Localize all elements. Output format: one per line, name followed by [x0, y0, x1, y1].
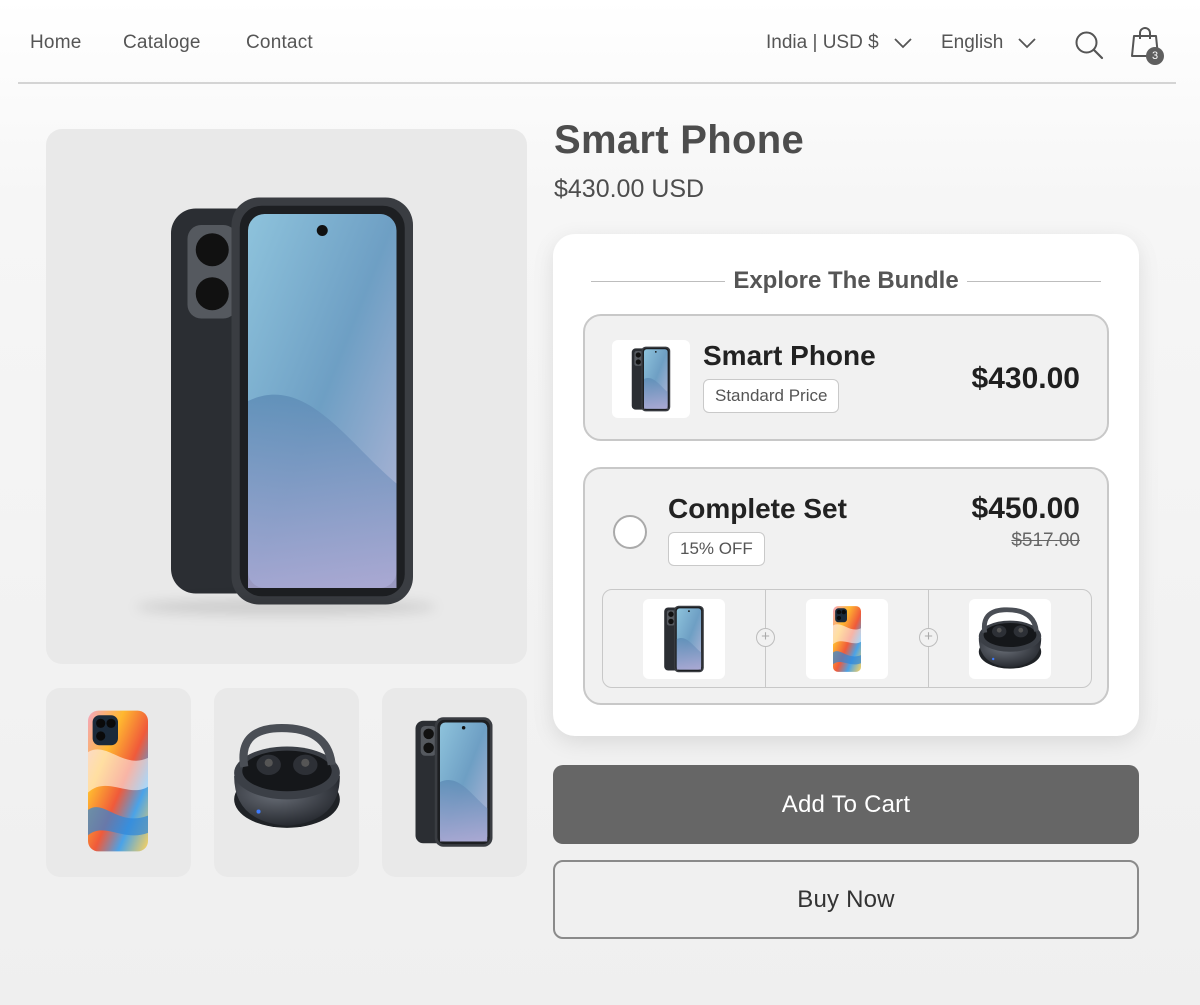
cart-count-badge: 3 [1146, 47, 1164, 65]
main-product-image [46, 129, 527, 664]
option-price: $450.00 [971, 492, 1080, 525]
nav-home[interactable]: Home [30, 32, 81, 54]
language-label: English [941, 32, 1004, 53]
chevron-down-icon [894, 38, 912, 49]
option-name: Smart Phone [703, 340, 876, 371]
plus-icon: + [756, 628, 775, 647]
plus-icon: + [919, 628, 938, 647]
thumbnail-smartphone[interactable] [382, 688, 527, 877]
bundle-item-phone-case: + [756, 590, 928, 687]
product-title: Smart Phone [554, 118, 805, 162]
nav-catalog[interactable]: Cataloge [123, 32, 201, 54]
thumbnail-earbuds[interactable] [214, 688, 359, 877]
original-price: $517.00 [1011, 530, 1080, 551]
nav-contact[interactable]: Contact [246, 32, 313, 54]
discount-badge: 15% OFF [668, 532, 765, 566]
bundle-option-complete-set[interactable]: Complete Set 15% OFF $450.00 $517.00 + + [583, 467, 1109, 705]
divider [966, 280, 1101, 282]
option-price: $430.00 [971, 362, 1080, 395]
bundle-item-smartphone [603, 590, 765, 687]
bundle-items: + + [602, 589, 1092, 688]
buy-now-button[interactable]: Buy Now [553, 860, 1139, 939]
option-radio[interactable] [613, 515, 647, 549]
option-name: Complete Set [668, 493, 847, 524]
chevron-down-icon [1018, 38, 1036, 49]
add-to-cart-button[interactable]: Add To Cart [553, 765, 1139, 844]
bundle-heading-row: Explore The Bundle [591, 266, 1101, 296]
region-selector[interactable]: India | USD $ [766, 32, 913, 54]
bundle-card: Explore The Bundle Smart Phone Standard … [553, 234, 1139, 736]
option-image-smartphone [612, 340, 690, 418]
search-icon[interactable] [1074, 30, 1104, 60]
product-price: $430.00 USD [554, 175, 705, 203]
divider [591, 280, 726, 282]
language-selector[interactable]: English [941, 32, 1037, 54]
bundle-heading: Explore The Bundle [733, 267, 959, 294]
option-tag: Standard Price [703, 379, 840, 413]
top-nav: Home Cataloge Contact India | USD $ Engl… [18, 0, 1176, 84]
bundle-option-smart-phone[interactable]: Smart Phone Standard Price $430.00 [583, 314, 1109, 441]
region-label: India | USD $ [766, 32, 879, 53]
thumbnail-phone-case[interactable] [46, 688, 191, 877]
bundle-item-earbuds: + [919, 590, 1091, 687]
